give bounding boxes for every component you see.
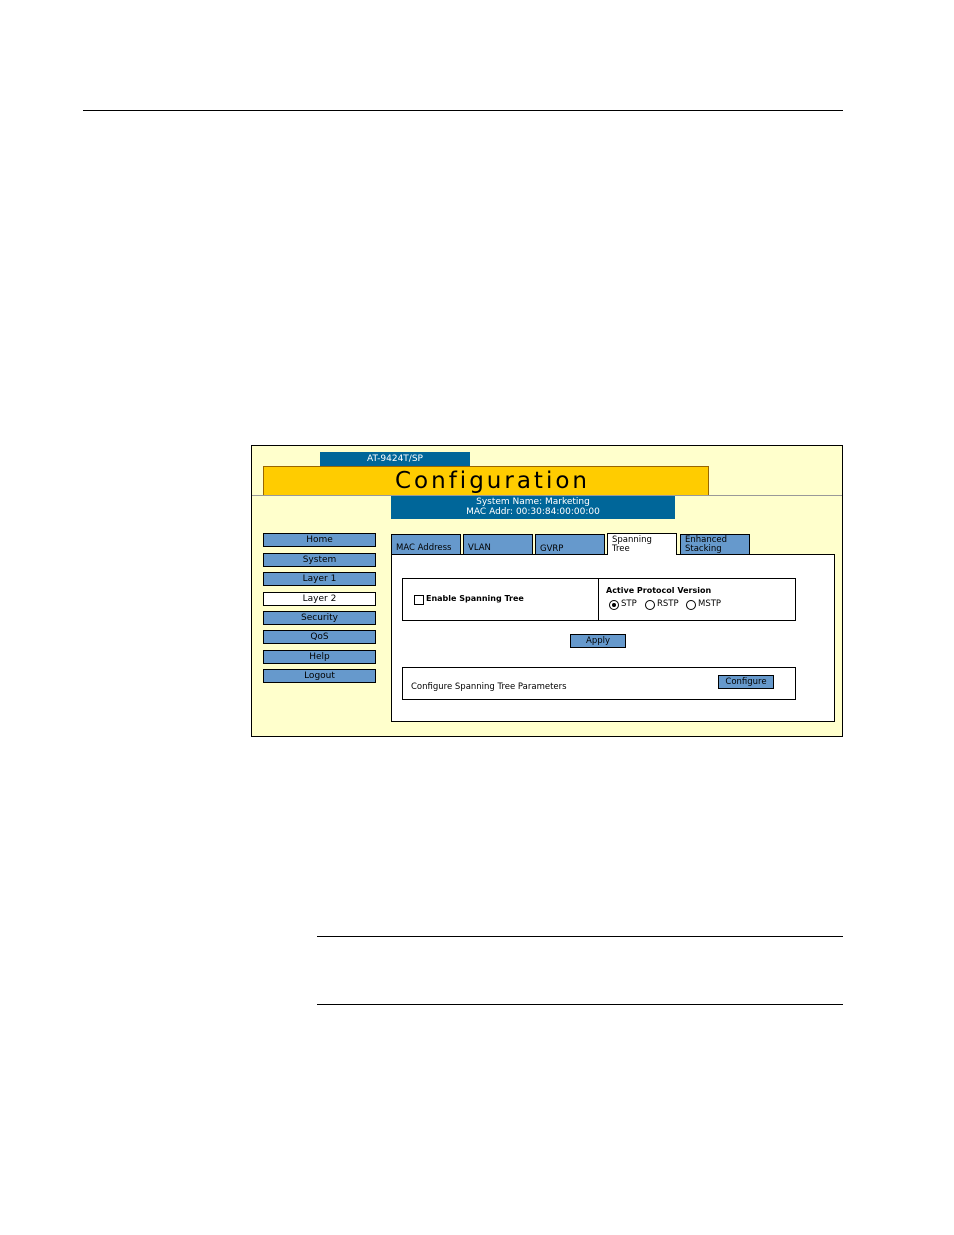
- tab-vlan[interactable]: VLAN: [463, 534, 533, 554]
- box-divider: [598, 579, 599, 620]
- stp-radio-label: STP: [621, 599, 637, 609]
- model-label: AT-9424T/SP: [320, 452, 470, 466]
- tab-label: MAC Address: [396, 543, 452, 553]
- nav-layer2-button[interactable]: Layer 2: [263, 592, 376, 606]
- note-top-rule: [317, 936, 843, 937]
- tab-label: GVRP: [540, 544, 564, 554]
- rstp-radio[interactable]: [645, 600, 655, 610]
- configure-parameters-box: Configure Spanning Tree Parameters Confi…: [402, 667, 796, 700]
- tab-spanning-tree[interactable]: Spanning Tree: [607, 533, 677, 555]
- stp-radio[interactable]: [609, 600, 619, 610]
- rstp-radio-label: RSTP: [657, 599, 679, 609]
- nav-logout-button[interactable]: Logout: [263, 669, 376, 683]
- enable-spanning-tree-checkbox[interactable]: [414, 595, 424, 605]
- config-screen: AT-9424T/SP Configuration System Name: M…: [251, 445, 843, 737]
- nav-security-button[interactable]: Security: [263, 611, 376, 625]
- nav-help-button[interactable]: Help: [263, 650, 376, 664]
- nav-system-button[interactable]: System: [263, 553, 376, 567]
- system-info: System Name: Marketing MAC Addr: 00:30:8…: [391, 496, 675, 519]
- enable-spanning-tree-label: Enable Spanning Tree: [426, 594, 524, 603]
- tab-enhanced-stacking[interactable]: Enhanced Stacking: [680, 534, 750, 554]
- mac-address: MAC Addr: 00:30:84:00:00:00: [466, 507, 600, 517]
- note-bottom-rule: [317, 1004, 843, 1005]
- nav-layer1-button[interactable]: Layer 1: [263, 572, 376, 586]
- system-name: System Name: Marketing: [476, 497, 590, 507]
- nav-home-button[interactable]: Home: [263, 533, 376, 547]
- protocol-version-label: Active Protocol Version: [606, 586, 712, 595]
- page-title-banner: Configuration: [263, 466, 709, 496]
- apply-button[interactable]: Apply: [570, 634, 626, 648]
- tab-mac-address[interactable]: MAC Address: [391, 534, 461, 554]
- page-title: Configuration: [395, 468, 590, 494]
- configure-description: Configure Spanning Tree Parameters: [411, 682, 567, 692]
- tab-gvrp[interactable]: GVRP: [535, 534, 605, 554]
- spanning-tree-panel: Enable Spanning Tree Active Protocol Ver…: [391, 554, 835, 722]
- mstp-radio-label: MSTP: [698, 599, 722, 609]
- tab-label-line2: Tree: [612, 544, 630, 554]
- mstp-radio[interactable]: [686, 600, 696, 610]
- stp-settings-box: Enable Spanning Tree Active Protocol Ver…: [402, 578, 796, 621]
- top-rule: [83, 110, 843, 111]
- nav-qos-button[interactable]: QoS: [263, 630, 376, 644]
- configure-button[interactable]: Configure: [718, 675, 774, 689]
- tab-label-line2: Stacking: [685, 544, 722, 554]
- tab-label: VLAN: [468, 543, 491, 553]
